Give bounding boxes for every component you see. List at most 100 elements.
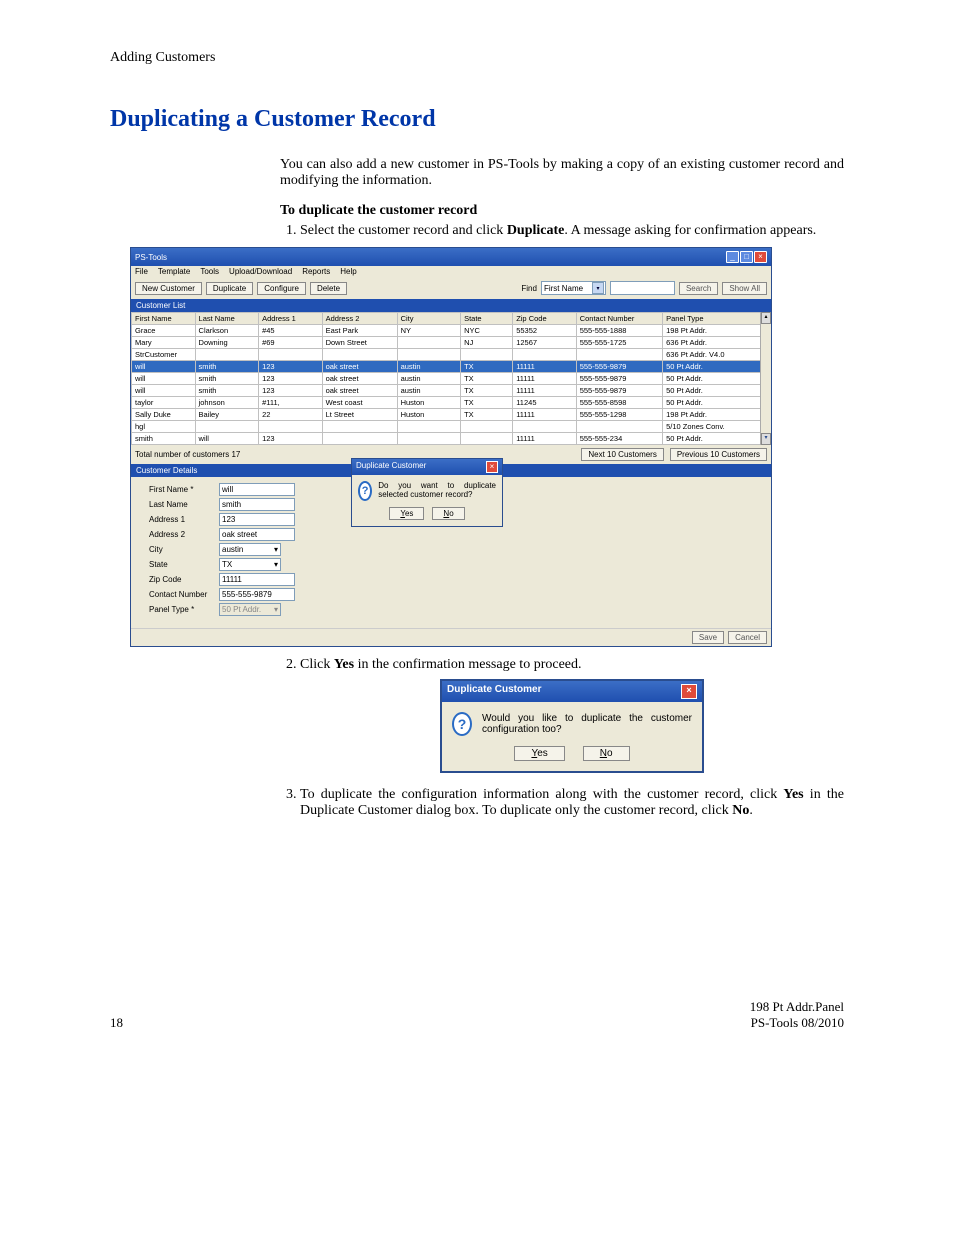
menu-template[interactable]: Template bbox=[158, 267, 190, 276]
close-icon[interactable]: × bbox=[754, 251, 767, 263]
table-cell: 555-555-9879 bbox=[576, 361, 662, 373]
table-cell: austin bbox=[397, 373, 461, 385]
menu-tools[interactable]: Tools bbox=[200, 267, 219, 276]
find-value-input[interactable] bbox=[610, 281, 675, 295]
intro-paragraph: You can also add a new customer in PS-To… bbox=[280, 157, 844, 189]
menu-reports[interactable]: Reports bbox=[302, 267, 330, 276]
table-cell: Clarkson bbox=[195, 325, 259, 337]
configure-button[interactable]: Configure bbox=[257, 282, 306, 295]
close-icon[interactable]: × bbox=[486, 461, 498, 473]
find-label: Find bbox=[521, 284, 537, 293]
page-number: 18 bbox=[110, 1015, 123, 1031]
table-cell: 11111 bbox=[513, 361, 577, 373]
menu-upload-download[interactable]: Upload/Download bbox=[229, 267, 292, 276]
menu-file[interactable]: File bbox=[135, 267, 148, 276]
table-cell: will bbox=[195, 433, 259, 445]
table-row[interactable]: GraceClarkson#45East ParkNYNYC55352555-5… bbox=[132, 325, 761, 337]
delete-button[interactable]: Delete bbox=[310, 282, 347, 295]
table-cell bbox=[259, 349, 323, 361]
last-name-input[interactable]: smith bbox=[219, 498, 295, 511]
minimize-icon[interactable]: _ bbox=[726, 251, 739, 263]
column-header[interactable]: Zip Code bbox=[513, 313, 577, 325]
duplicate-button[interactable]: Duplicate bbox=[206, 282, 253, 295]
contact-input[interactable]: 555-555-9879 bbox=[219, 588, 295, 601]
table-cell bbox=[397, 421, 461, 433]
table-row[interactable]: willsmith123oak streetaustinTX11111555-5… bbox=[132, 385, 761, 397]
address1-input[interactable]: 123 bbox=[219, 513, 295, 526]
scroll-down-icon[interactable]: ▾ bbox=[761, 433, 771, 445]
table-cell: 123 bbox=[259, 433, 323, 445]
table-row[interactable]: smithwill12311111555-555-23450 Pt Addr. bbox=[132, 433, 761, 445]
procedure-heading: To duplicate the customer record bbox=[280, 203, 844, 219]
no-button[interactable]: No bbox=[432, 507, 464, 520]
state-label: State bbox=[149, 560, 219, 569]
maximize-icon[interactable]: □ bbox=[740, 251, 753, 263]
table-cell: will bbox=[132, 361, 196, 373]
chevron-down-icon: ▾ bbox=[274, 545, 278, 554]
column-header[interactable]: City bbox=[397, 313, 461, 325]
menubar: File Template Tools Upload/Download Repo… bbox=[131, 266, 771, 277]
column-header[interactable]: Address 1 bbox=[259, 313, 323, 325]
table-cell: 555-555-8598 bbox=[576, 397, 662, 409]
table-cell: 22 bbox=[259, 409, 323, 421]
column-header[interactable]: Contact Number bbox=[576, 313, 662, 325]
zip-input[interactable]: 11111 bbox=[219, 573, 295, 586]
dialog-message: Do you want to duplicate selected custom… bbox=[378, 481, 496, 499]
new-customer-button[interactable]: New Customer bbox=[135, 282, 202, 295]
column-header[interactable]: State bbox=[461, 313, 513, 325]
table-row[interactable]: willsmith123oak streetaustinTX11111555-5… bbox=[132, 373, 761, 385]
address2-input[interactable]: oak street bbox=[219, 528, 295, 541]
table-cell: 123 bbox=[259, 361, 323, 373]
table-cell: will bbox=[132, 373, 196, 385]
step-3: To duplicate the configuration informati… bbox=[300, 787, 844, 819]
customer-grid: First NameLast NameAddress 1Address 2Cit… bbox=[131, 312, 771, 445]
yes-button[interactable]: Yes bbox=[514, 746, 564, 761]
table-cell: TX bbox=[461, 373, 513, 385]
column-header[interactable]: Last Name bbox=[195, 313, 259, 325]
table-cell: 123 bbox=[259, 385, 323, 397]
table-cell: oak street bbox=[322, 361, 397, 373]
table-cell: will bbox=[132, 385, 196, 397]
table-cell bbox=[461, 421, 513, 433]
table-cell: 555-555-234 bbox=[576, 433, 662, 445]
table-row[interactable]: hgl5/10 Zones Conv. bbox=[132, 421, 761, 433]
vertical-scrollbar[interactable]: ▴ ▾ bbox=[760, 312, 771, 445]
scroll-up-icon[interactable]: ▴ bbox=[761, 312, 771, 324]
table-cell: #45 bbox=[259, 325, 323, 337]
section-header: Adding Customers bbox=[110, 50, 844, 66]
next-10-button[interactable]: Next 10 Customers bbox=[581, 448, 663, 461]
search-button[interactable]: Search bbox=[679, 282, 718, 295]
table-cell: 50 Pt Addr. bbox=[663, 385, 761, 397]
column-header[interactable]: Address 2 bbox=[322, 313, 397, 325]
column-header[interactable]: First Name bbox=[132, 313, 196, 325]
table-cell: 11111 bbox=[513, 409, 577, 421]
table-cell: 555-555-9879 bbox=[576, 373, 662, 385]
column-header[interactable]: Panel Type bbox=[663, 313, 761, 325]
table-row[interactable]: StrCustomer636 Pt Addr. V4.0 bbox=[132, 349, 761, 361]
panel-type-combo: 50 Pt Addr.▾ bbox=[219, 603, 281, 616]
table-cell: #69 bbox=[259, 337, 323, 349]
table-cell: 123 bbox=[259, 373, 323, 385]
table-cell: smith bbox=[195, 361, 259, 373]
state-combo[interactable]: TX▾ bbox=[219, 558, 281, 571]
table-row[interactable]: Sally DukeBailey22Lt StreetHustonTX11111… bbox=[132, 409, 761, 421]
table-row[interactable]: willsmith123oak streetaustinTX11111555-5… bbox=[132, 361, 761, 373]
find-field-combo[interactable]: First Name▾ bbox=[541, 281, 606, 295]
prev-10-button[interactable]: Previous 10 Customers bbox=[670, 448, 767, 461]
step-1: Select the customer record and click Dup… bbox=[300, 223, 844, 647]
dialog-title: Duplicate Customer bbox=[447, 684, 541, 699]
show-all-button[interactable]: Show All bbox=[722, 282, 767, 295]
table-cell: hgl bbox=[132, 421, 196, 433]
menu-help[interactable]: Help bbox=[340, 267, 356, 276]
table-cell: 11245 bbox=[513, 397, 577, 409]
table-row[interactable]: MaryDowning#69Down StreetNJ12567555-555-… bbox=[132, 337, 761, 349]
table-row[interactable]: taylorjohnson#111,West coastHustonTX1124… bbox=[132, 397, 761, 409]
cancel-button[interactable]: Cancel bbox=[728, 631, 767, 644]
no-button[interactable]: No bbox=[583, 746, 630, 761]
city-combo[interactable]: austin▾ bbox=[219, 543, 281, 556]
chevron-down-icon: ▾ bbox=[274, 560, 278, 569]
yes-button[interactable]: Yes bbox=[389, 507, 424, 520]
save-button[interactable]: Save bbox=[692, 631, 724, 644]
close-icon[interactable]: × bbox=[681, 684, 697, 699]
first-name-input[interactable]: will bbox=[219, 483, 295, 496]
